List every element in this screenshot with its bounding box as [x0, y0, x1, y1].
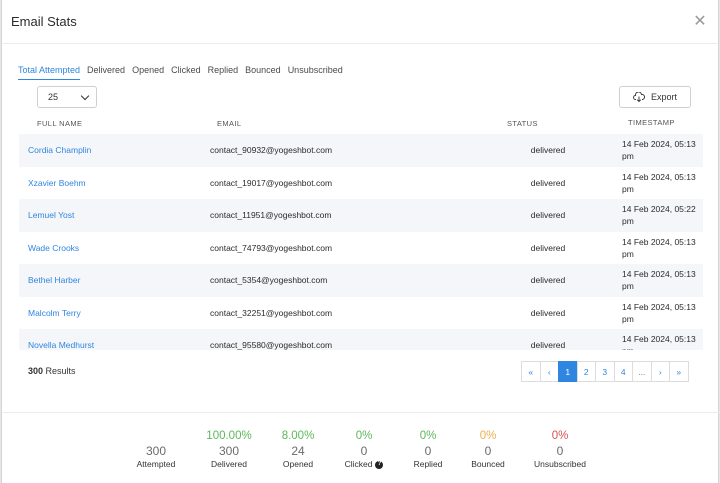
pagination-ellipsis: ...: [632, 361, 652, 382]
stat-unsubscribed: 0% 0 Unsubscribed: [520, 430, 600, 470]
tab-replied[interactable]: Replied: [208, 65, 239, 80]
stat-delivered: 100.00% 300 Delivered: [189, 430, 269, 470]
tab-clicked[interactable]: Clicked: [171, 65, 201, 80]
contact-name-link[interactable]: Novella Medhurst: [28, 340, 94, 350]
contact-name-link[interactable]: Bethel Harber: [28, 275, 80, 285]
contact-status: delivered: [530, 242, 566, 253]
page-size-select[interactable]: 25: [37, 86, 97, 108]
modal-header: Email Stats ✕: [2, 0, 718, 44]
stat-label: Opened: [282, 459, 314, 469]
contact-name-link[interactable]: Xzavier Boehm: [28, 178, 86, 188]
contact-timestamp: 14 Feb 2024, 05:13pm: [622, 301, 696, 324]
contact-name-link[interactable]: Malcolm Terry: [28, 308, 81, 318]
stat-count: 0: [556, 444, 564, 458]
table-row: Novella Medhurst contact_95580@yogeshbot…: [19, 329, 703, 350]
tab-opened[interactable]: Opened: [132, 65, 164, 80]
next-page-button[interactable]: ›: [650, 361, 670, 382]
stat-percent: [116, 430, 196, 443]
email-stats-modal: Email Stats ✕ Total Attempted Delivered …: [1, 0, 720, 483]
table-row: Malcolm Terry contact_32251@yogeshbot.co…: [19, 297, 703, 330]
column-full-name[interactable]: FULL NAME: [19, 119, 201, 128]
contact-email: contact_74793@yogeshbot.com: [210, 242, 333, 253]
export-button[interactable]: Export: [619, 86, 691, 108]
results-label: Results: [45, 366, 76, 376]
column-status[interactable]: STATUS: [484, 119, 612, 128]
contact-status: delivered: [530, 177, 566, 188]
stat-percent: 0%: [479, 430, 497, 442]
table-row: Lemuel Yost contact_11951@yogeshbot.com …: [19, 199, 703, 232]
page-1-button[interactable]: 1: [558, 361, 578, 382]
contact-name-link[interactable]: Wade Crooks: [28, 243, 79, 253]
stat-label: Bounced: [471, 459, 505, 469]
chevron-down-icon: [80, 91, 90, 100]
modal-title: Email Stats: [11, 14, 77, 29]
contact-email: contact_32251@yogeshbot.com: [210, 307, 333, 318]
tab-delivered[interactable]: Delivered: [87, 65, 125, 80]
contact-timestamp: 14 Feb 2024, 05:13pm: [622, 171, 696, 194]
first-page-button[interactable]: «: [521, 361, 541, 382]
stats-summary: 300 Attempted 100.00% 300 Delivered 8.00…: [2, 412, 720, 483]
results-number: 300: [28, 366, 44, 376]
table-row: Bethel Harber contact_5354@yogeshbot.com…: [19, 264, 703, 297]
stat-percent: 100.00%: [206, 430, 252, 442]
last-page-button[interactable]: »: [669, 361, 689, 382]
page-4-button[interactable]: 4: [613, 361, 633, 382]
contact-name-link[interactable]: Lemuel Yost: [28, 210, 74, 220]
contacts-table: FULL NAME EMAIL STATUS TIMESTAMP Cordia …: [19, 112, 703, 350]
contact-email: contact_11951@yogeshbot.com: [210, 210, 332, 221]
contact-email: contact_90932@yogeshbot.com: [210, 145, 333, 156]
stats-tabs: Total Attempted Delivered Opened Clicked…: [18, 65, 343, 80]
stat-count: 300: [145, 444, 167, 458]
export-label: Export: [650, 92, 677, 102]
contact-name-link[interactable]: Cordia Champlin: [28, 145, 91, 155]
close-icon[interactable]: ✕: [692, 13, 708, 30]
tab-unsubscribed[interactable]: Unsubscribed: [288, 65, 343, 80]
stat-label: Clicked: [344, 459, 373, 469]
contact-email: contact_19017@yogeshbot.com: [210, 177, 333, 188]
stat-bounced: 0% 0 Bounced: [448, 430, 528, 470]
cloud-download-icon: [633, 91, 645, 102]
table-row: Xzavier Boehm contact_19017@yogeshbot.co…: [19, 167, 703, 200]
table-header: FULL NAME EMAIL STATUS TIMESTAMP: [19, 112, 703, 134]
stat-label: Unsubscribed: [534, 459, 586, 469]
contact-status: delivered: [530, 307, 566, 318]
page-size-value: 25: [48, 92, 59, 102]
contact-status: delivered: [530, 340, 566, 350]
page-2-button[interactable]: 2: [576, 361, 596, 382]
contact-timestamp: 14 Feb 2024, 05:13pm: [622, 139, 696, 162]
column-timestamp[interactable]: TIMESTAMP: [612, 117, 703, 129]
table-body[interactable]: Cordia Champlin contact_90932@yogeshbot.…: [19, 134, 703, 350]
stat-label: Replied: [413, 459, 443, 469]
column-email[interactable]: EMAIL: [201, 119, 484, 128]
stat-count: 300: [218, 444, 240, 458]
contact-status: delivered: [530, 210, 566, 221]
table-row: Wade Crooks contact_74793@yogeshbot.com …: [19, 232, 703, 265]
contact-timestamp: 14 Feb 2024, 05:13pm: [622, 334, 696, 350]
page-3-button[interactable]: 3: [595, 361, 615, 382]
pagination: « ‹ 1 2 3 4 ... › »: [521, 361, 689, 382]
stat-label: Attempted: [136, 459, 176, 469]
tab-total-attempted[interactable]: Total Attempted: [18, 65, 81, 80]
contact-status: delivered: [530, 275, 566, 286]
contact-status: delivered: [530, 145, 566, 156]
contact-timestamp: 14 Feb 2024, 05:13pm: [622, 236, 696, 259]
prev-page-button[interactable]: ‹: [539, 361, 559, 382]
stat-label: Delivered: [211, 459, 247, 469]
stat-percent: 0%: [551, 430, 569, 442]
stat-attempted: 300 Attempted: [116, 430, 196, 470]
table-row: Cordia Champlin contact_90932@yogeshbot.…: [19, 134, 703, 167]
help-icon[interactable]: ?: [375, 460, 384, 469]
contact-email: contact_5354@yogeshbot.com: [210, 275, 328, 286]
contact-timestamp: 14 Feb 2024, 05:13pm: [622, 269, 696, 292]
results-count: 300 Results: [28, 366, 76, 376]
contact-timestamp: 14 Feb 2024, 05:22 pm: [622, 204, 696, 227]
contact-email: contact_95580@yogeshbot.com: [210, 340, 333, 350]
tab-bounced[interactable]: Bounced: [245, 65, 281, 80]
stat-count: 0: [484, 444, 492, 458]
